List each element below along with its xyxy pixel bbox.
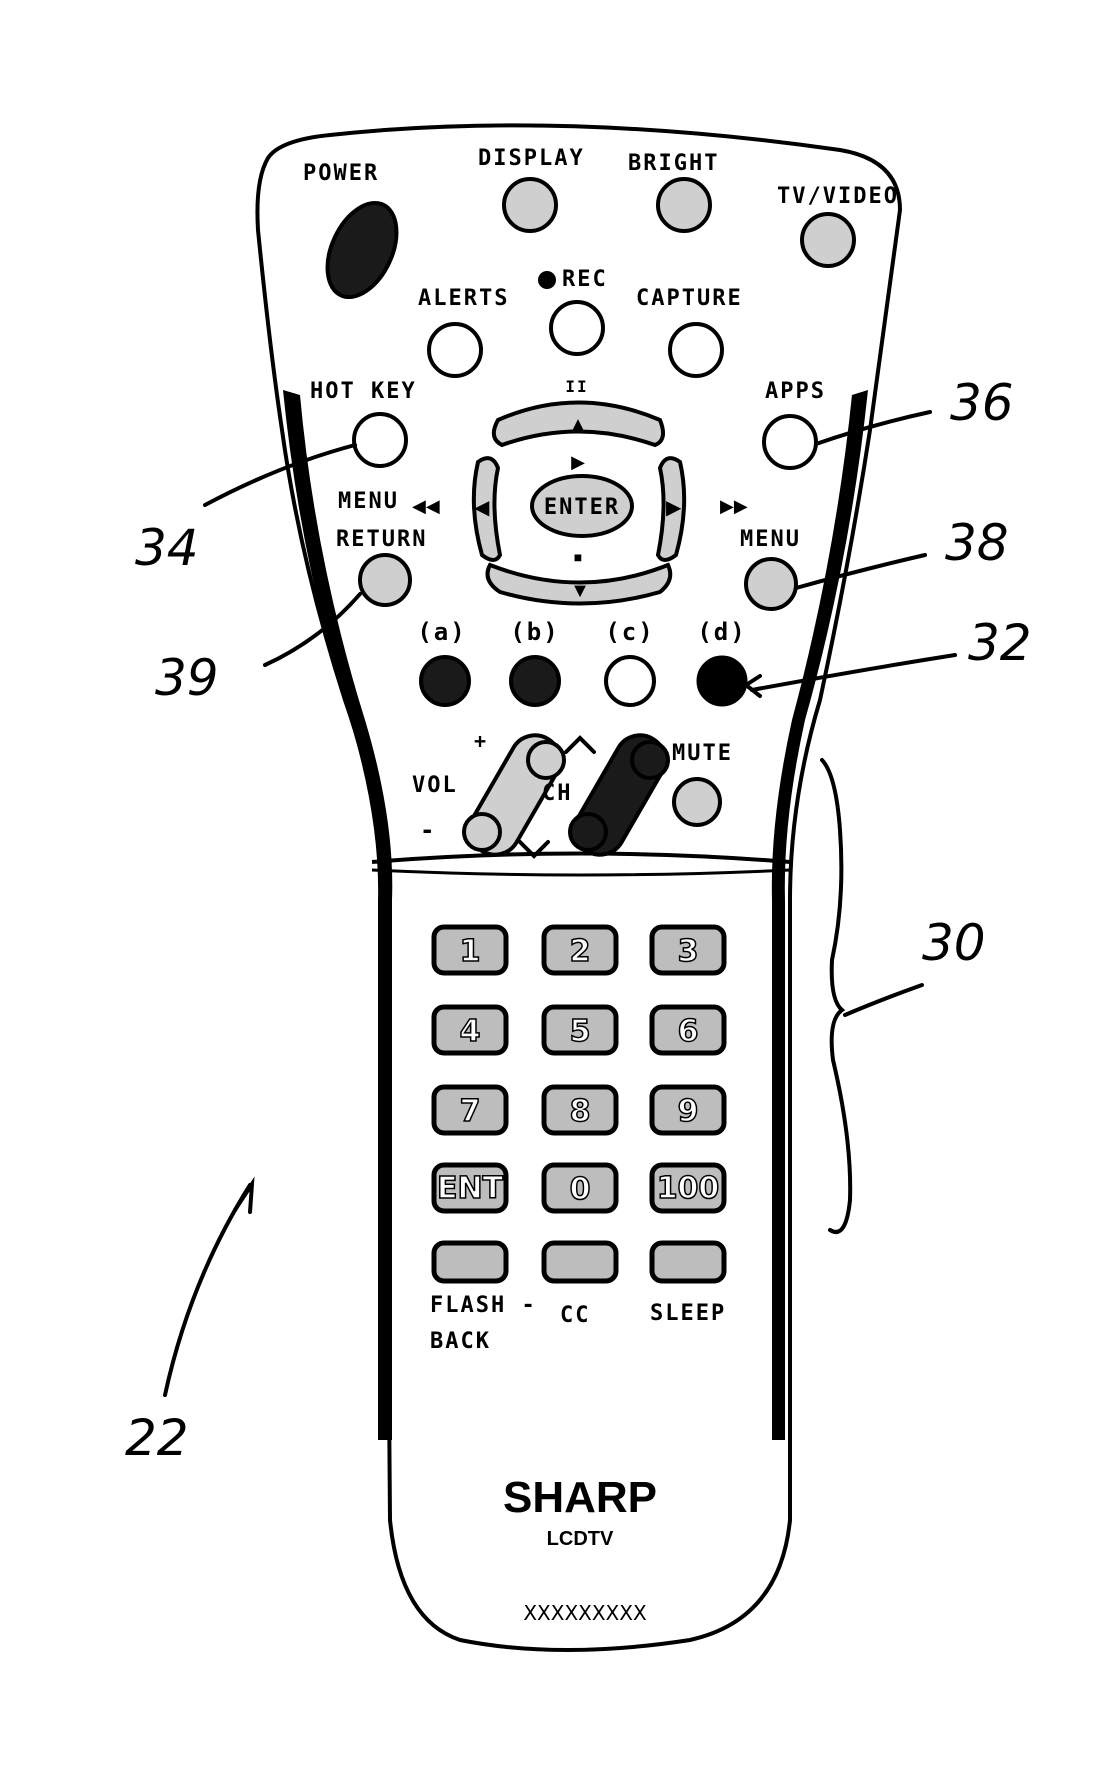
bright-label: BRIGHT xyxy=(628,151,719,176)
product-line-label: LCDTV xyxy=(547,1528,614,1550)
key-label: 3 xyxy=(678,934,699,969)
model-number-placeholder: XXXXXXXXX xyxy=(523,1601,647,1625)
channel-down-button[interactable] xyxy=(568,812,608,852)
hot-key-label: HOT KEY xyxy=(310,379,417,404)
alerts-button[interactable] xyxy=(427,322,483,378)
menu-button[interactable] xyxy=(744,557,798,611)
display-button[interactable] xyxy=(502,177,558,233)
down-arrow-icon: ▼ xyxy=(570,580,590,602)
rec-dot-icon xyxy=(538,271,556,289)
key-label: 2 xyxy=(570,934,591,969)
apps-label: APPS xyxy=(765,379,826,404)
capture-label: CAPTURE xyxy=(636,286,743,311)
sleep-button[interactable] xyxy=(649,1240,727,1284)
color-button-d[interactable] xyxy=(696,655,748,707)
ref-numeral-39: 39 xyxy=(155,649,219,707)
color-button-label: (d) xyxy=(697,618,746,646)
vol-plus-icon: + xyxy=(474,729,488,753)
power-label: POWER xyxy=(303,161,379,186)
stop-icon: ■ xyxy=(574,551,582,566)
lead-line-22 xyxy=(163,1183,252,1397)
hot-key-button[interactable] xyxy=(352,412,408,468)
left-arrow-icon: ◀ xyxy=(474,497,490,519)
ref-numeral-22: 22 xyxy=(125,1409,189,1467)
brand-logo: SHARP xyxy=(503,1473,657,1522)
key-label: ENT xyxy=(437,1171,504,1206)
ref-numeral-32: 32 xyxy=(968,614,1032,672)
key-label: 9 xyxy=(678,1094,699,1129)
key-label: 5 xyxy=(570,1014,591,1049)
menu-label: MENU xyxy=(740,527,801,552)
color-button-label: (b) xyxy=(510,618,559,646)
ref-numeral-34: 34 xyxy=(135,519,199,577)
rec-label: REC xyxy=(562,267,608,292)
right-arrow-icon: ▶ xyxy=(666,497,682,519)
rec-button[interactable] xyxy=(549,300,605,356)
rewind-icon: ◀◀ xyxy=(412,496,440,516)
cc-label: CC xyxy=(560,1303,591,1328)
vol-label: VOL xyxy=(412,773,458,798)
key-label: 4 xyxy=(460,1014,481,1049)
ref-numeral-38: 38 xyxy=(945,514,1009,572)
ch-label: CH xyxy=(542,781,573,806)
tv-video-button[interactable] xyxy=(800,212,856,268)
ref-numeral-36: 36 xyxy=(950,374,1014,432)
arrowhead-22-icon xyxy=(233,1176,255,1214)
key-label: 7 xyxy=(460,1094,481,1129)
key-label: 100 xyxy=(657,1171,720,1206)
menu-return-label-line2: RETURN xyxy=(336,527,427,552)
sleep-label: SLEEP xyxy=(650,1301,726,1326)
volume-down-button[interactable] xyxy=(462,812,502,852)
color-button-c[interactable] xyxy=(604,655,656,707)
menu-return-label-line1: MENU xyxy=(338,489,399,514)
cc-button[interactable] xyxy=(541,1240,619,1284)
tv-video-label: TV/VIDEO xyxy=(777,184,899,209)
bright-button[interactable] xyxy=(656,177,712,233)
play-icon: ▶ xyxy=(571,452,585,472)
ref-numeral-30: 30 xyxy=(922,914,986,972)
fast-forward-icon: ▶▶ xyxy=(720,496,748,516)
enter-label: ENTER xyxy=(544,495,620,520)
color-button-b[interactable] xyxy=(509,655,561,707)
remote-control-drawing: POWER DISPLAY BRIGHT TV/VIDEO ALERTS REC… xyxy=(125,123,1032,1652)
brace-30 xyxy=(820,758,853,1234)
key-label: 0 xyxy=(570,1172,591,1207)
capture-button[interactable] xyxy=(668,322,724,378)
key-label: 8 xyxy=(570,1094,591,1129)
pause-icon: II xyxy=(565,377,588,396)
flashback-button[interactable] xyxy=(431,1240,509,1284)
key-label: 6 xyxy=(678,1014,699,1049)
menu-return-button[interactable] xyxy=(358,553,412,607)
color-button-label: (a) xyxy=(417,618,466,646)
flashback-label-line1: FLASH - xyxy=(430,1293,537,1318)
alerts-label: ALERTS xyxy=(418,286,509,311)
channel-up-button[interactable] xyxy=(630,740,670,780)
mute-button[interactable] xyxy=(672,777,722,827)
apps-button[interactable] xyxy=(762,414,818,470)
up-arrow-icon: ▲ xyxy=(567,412,589,437)
color-button-label: (c) xyxy=(605,618,654,646)
mute-label: MUTE xyxy=(672,741,733,766)
flashback-label-line2: BACK xyxy=(430,1329,491,1354)
key-label: 1 xyxy=(460,934,481,969)
vol-minus-icon: - xyxy=(420,816,436,844)
volume-up-button[interactable] xyxy=(526,740,566,780)
color-button-a[interactable] xyxy=(419,655,471,707)
lead-line-30 xyxy=(843,983,924,1017)
display-label: DISPLAY xyxy=(478,146,585,171)
